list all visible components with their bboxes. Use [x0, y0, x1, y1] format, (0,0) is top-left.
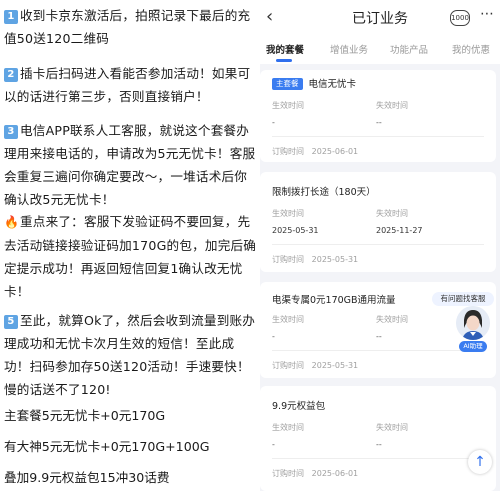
order-time: 订购时间 2025-05-31 [272, 255, 359, 264]
step-3-text: 电信APP联系人工客服，就说这个套餐办理用来接电话的，申请改为5元无忧卡！客服会… [4, 123, 256, 207]
plan-card-title: 电渠专属0元170GB通用流量 [272, 295, 396, 306]
customer-service-label: AI助理 [459, 341, 487, 352]
arrow-up-icon[interactable]: ↑ [468, 450, 492, 474]
plan-card-main[interactable]: 主套餐 电信无忧卡 生效时间 失效时间 - -- 订购时间 2025-06-01 [260, 70, 496, 162]
instruction-step-5: 5 至此，就算Ok了，然后会收到流量到账办理成功和无忧卡次月生效的短信！至此成功！… [4, 309, 258, 401]
order-time: 订购时间 2025-06-01 [272, 469, 359, 478]
tab-bar: 我的套餐 增值业务 功能产品 我的优惠 [260, 36, 500, 64]
plan-card-title: 主套餐 电信无忧卡 [272, 76, 356, 90]
effective-label: 生效时间 [272, 315, 304, 324]
plan-card-title: 限制拨打长途（180天） [272, 187, 376, 198]
plan-card-long-distance[interactable]: 限制拨打长途（180天） 生效时间 失效时间 2025-05-31 2025-1… [260, 172, 496, 272]
divider [272, 244, 484, 245]
instruction-step-2: 2 插卡后扫码进入看能否参加活动！如果可以的话进行第三步，否则直接销户！ [4, 62, 258, 108]
tab-my-plan[interactable]: 我的套餐 [266, 42, 304, 56]
instruction-step-3: 3 电信APP联系人工客服，就说这个套餐办理用来接电话的，申请改为5元无忧卡！客服… [4, 119, 258, 211]
step-1-text: 收到卡京东激活后，拍照记录下最后的充值50送120二维码 [4, 8, 251, 46]
number-3-icon: 3 [4, 125, 18, 139]
plan-card-title: 9.9元权益包 [272, 401, 326, 412]
order-time: 订购时间 2025-06-01 [272, 147, 359, 156]
instruction-step-1: 1 收到卡京东激活后，拍照记录下最后的充值50送120二维码 [4, 4, 258, 50]
divider [272, 350, 484, 351]
phone-header: ‹ 已订业务 1000 ⋯ [260, 0, 500, 36]
key-point-text: 重点来了：客服下发验证码不要回复，先去活动链接接验证码加170G的包，加完后确定… [4, 214, 257, 299]
expire-value: -- [376, 332, 382, 341]
effective-value: - [272, 332, 275, 341]
tab-value-added[interactable]: 增值业务 [330, 42, 368, 56]
order-time: 订购时间 2025-05-31 [272, 361, 359, 370]
tab-function-products[interactable]: 功能产品 [390, 42, 428, 56]
expire-value: -- [376, 440, 382, 449]
tab-my-offers[interactable]: 我的优惠 [452, 42, 490, 56]
number-1-icon: 1 [4, 10, 18, 24]
expire-label: 失效时间 [376, 423, 408, 432]
expire-value: 2025-11-27 [376, 226, 423, 235]
instructions-panel: 1 收到卡京东激活后，拍照记录下最后的充值50送120二维码 2 插卡后扫码进入看能… [0, 0, 262, 491]
number-2-icon: 2 [4, 68, 18, 82]
expire-value: -- [376, 118, 382, 127]
expire-label: 失效时间 [376, 209, 408, 218]
plan-big-text: 有大神5元无忧卡+0元170G+100G [4, 439, 210, 454]
effective-value: 2025-05-31 [272, 226, 319, 235]
expire-label: 失效时间 [376, 315, 408, 324]
instruction-key-point: 🔥重点来了：客服下发验证码不要回复，先去活动链接接验证码加170G的包，加完后确… [4, 210, 258, 303]
plan-card-benefit-pack[interactable]: 9.9元权益包 生效时间 失效时间 - -- 订购时间 2025-06-01 [260, 386, 496, 491]
number-5-icon: 5 [4, 315, 18, 329]
expire-label: 失效时间 [376, 101, 408, 110]
customer-service-avatar[interactable] [456, 306, 490, 340]
effective-label: 生效时间 [272, 423, 304, 432]
plan-main-text: 主套餐5元无忧卡+0元170G [4, 408, 166, 423]
effective-label: 生效时间 [272, 101, 304, 110]
effective-value: - [272, 118, 275, 127]
customer-service-tip[interactable]: 有问题找客服 [432, 292, 494, 306]
step-5-text: 至此，就算Ok了，然后会收到流量到账办理成功和无忧卡次月生效的短信！至此成功！扫… [4, 313, 256, 397]
divider [272, 458, 484, 459]
phone-screen: ‹ 已订业务 1000 ⋯ 我的套餐 增值业务 功能产品 我的优惠 主套餐 电信无… [260, 0, 500, 491]
hotline-1000-icon[interactable]: 1000 [450, 10, 470, 26]
divider [272, 136, 484, 137]
step-2-text: 插卡后扫码进入看能否参加活动！如果可以的话进行第三步，否则直接销户！ [4, 66, 251, 104]
agent-avatar-icon [456, 306, 490, 340]
plan-bundle-text: 叠加9.9元权益包15冲30话费 [4, 470, 170, 485]
active-tab-indicator [276, 59, 292, 62]
more-icon[interactable]: ⋯ [480, 6, 494, 22]
main-plan-tag: 主套餐 [272, 78, 303, 90]
effective-label: 生效时间 [272, 209, 304, 218]
fire-icon: 🔥 [4, 215, 20, 229]
effective-value: - [272, 440, 275, 449]
